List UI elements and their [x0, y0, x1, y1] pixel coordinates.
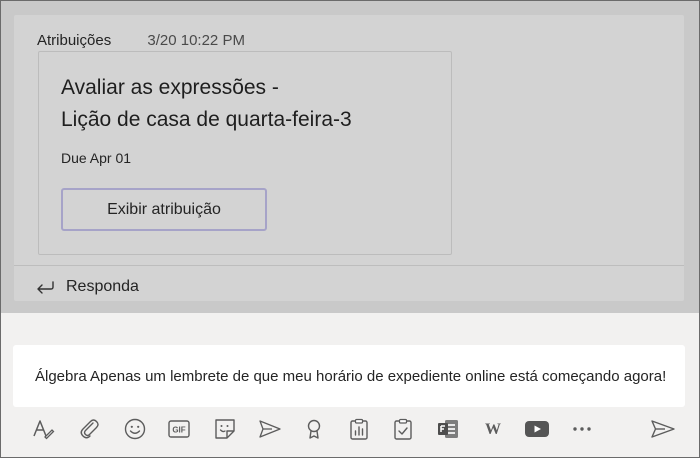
sticker-icon [215, 419, 235, 439]
insights-button[interactable] [345, 415, 373, 443]
wiki-button[interactable]: W [479, 415, 507, 443]
post-header: Atribuições 3/20 10:22 PM [37, 32, 245, 49]
sticker-button[interactable] [211, 415, 239, 443]
compose-toolbar: GIF W [27, 411, 687, 447]
attach-button[interactable] [76, 415, 104, 443]
send-button[interactable] [649, 415, 677, 443]
assignment-card: Avaliar as expressões - Lição de casa de… [38, 51, 452, 255]
gif-icon: GIF [168, 420, 190, 438]
more-options-button[interactable] [568, 415, 596, 443]
format-icon [33, 420, 55, 440]
format-button[interactable] [29, 415, 57, 443]
youtube-icon [525, 421, 549, 437]
more-icon [573, 427, 591, 431]
assignments-icon [394, 418, 412, 440]
praise-button[interactable] [300, 415, 328, 443]
insights-icon [350, 418, 368, 440]
youtube-button[interactable] [523, 415, 551, 443]
post-timestamp: 3/20 10:22 PM [147, 32, 245, 49]
forms-button[interactable] [434, 415, 462, 443]
compose-box[interactable]: Álgebra Apenas um lembrete de que meu ho… [13, 345, 685, 407]
assignment-due-date: Due Apr 01 [61, 150, 132, 166]
gif-glyph: GIF [172, 426, 185, 435]
forms-icon [438, 420, 458, 438]
meet-icon [259, 420, 281, 438]
assignment-title-line-1: Avaliar as expressões - [61, 76, 279, 99]
assignment-title-line-2: Lição de casa de quarta-feira-3 [61, 108, 352, 131]
wiki-icon: W [485, 421, 501, 438]
wiki-glyph: W [485, 421, 501, 438]
reply-button[interactable]: Responda [36, 275, 139, 299]
schedule-meeting-button[interactable] [256, 415, 284, 443]
post-divider [14, 265, 684, 266]
teams-conversation-window: Atribuições 3/20 10:22 PM Avaliar as exp… [0, 0, 700, 458]
assignments-button[interactable] [389, 415, 417, 443]
gif-button[interactable]: GIF [165, 415, 193, 443]
attach-icon [80, 419, 99, 439]
view-assignment-button[interactable]: Exibir atribuição [61, 188, 267, 231]
assignment-post: Atribuições 3/20 10:22 PM Avaliar as exp… [14, 15, 684, 301]
post-author: Atribuições [37, 32, 112, 49]
reply-label: Responda [66, 278, 139, 295]
send-icon [651, 420, 675, 438]
praise-icon [307, 419, 321, 439]
reply-arrow-icon [37, 281, 54, 294]
assignment-title: Avaliar as expressões - Lição de casa de… [61, 72, 352, 136]
compose-message-text[interactable]: Álgebra Apenas um lembrete de que meu ho… [35, 368, 666, 385]
emoji-button[interactable] [121, 415, 149, 443]
emoji-icon [124, 418, 146, 440]
